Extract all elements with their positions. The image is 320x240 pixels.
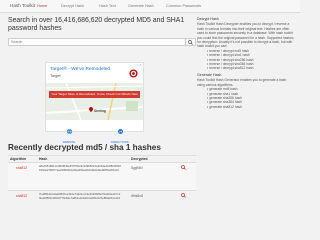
nav-home[interactable]: Home [37, 4, 47, 8]
recent-hashes-table: Algorithm Hash Decrypted sha512 a81d9518… [8, 155, 196, 218]
map-pin-icon [89, 107, 93, 112]
search-bar [8, 38, 196, 46]
header-algorithm: Algorithm [10, 157, 27, 161]
header-hash: Hash [39, 157, 48, 161]
hash-value: a81d9518611c49bf9b8a3f3f7f94e9c9d9b5621a… [39, 164, 121, 172]
map-roads [46, 83, 143, 120]
decrypted-value: r5mMvG [131, 194, 144, 198]
search-button[interactable] [186, 38, 196, 46]
ad-title[interactable]: Target® - We've Remodeled [50, 67, 110, 72]
search-input[interactable] [8, 38, 186, 46]
ad-map[interactable]: Your Target Store Is Remodeled. Come Che… [46, 83, 143, 120]
decrypt-sha512-link[interactable]: reverse / decrypt sha512 hash [207, 66, 294, 70]
decrypt-links: reverse / decrypt md5 hash reverse / dec… [207, 49, 294, 71]
table-row: sha512 a81d9518611c49bf9b8a3f3f7f94e9c9d… [8, 162, 196, 190]
target-logo-icon [129, 69, 138, 78]
generate-links: generate md5 hash generate sha1 hash gen… [207, 87, 294, 109]
sidebar: Decrypt Hash Hash Toolkit Hash Decrypter… [197, 17, 294, 109]
nav-hash-text[interactable]: Hash Text [99, 4, 116, 8]
decrypted-value: Sgg94N [131, 166, 143, 170]
generate-sha512-link[interactable]: generate sha512 hash [207, 105, 294, 109]
hash-value: f7e9f8b4c2d1a09ffd7ee316e74d21cc19c4b36b… [39, 192, 121, 200]
ad-choices-icon[interactable]: ▷✕ [137, 63, 142, 67]
search-icon [188, 39, 193, 45]
algorithm-link[interactable]: sha512 [16, 194, 27, 198]
search-icon[interactable] [181, 165, 186, 170]
search-icon[interactable] [181, 193, 186, 198]
generate-hash-heading: Generate Hash [197, 72, 222, 77]
directions-action[interactable]: DIRECTIONS [105, 121, 135, 144]
main-content: Search in over 16,416,686,620 decrypted … [8, 17, 196, 46]
map-label: Sterling [94, 109, 106, 113]
recent-hashes-title: Recently decrypted md5 / sha 1 hashes [8, 143, 161, 152]
nav-common-passwords[interactable]: Common Passwords [166, 4, 201, 8]
decrypt-hash-description: Hash Toolkit Hash Decrypter enables you … [197, 22, 294, 49]
ad-banner[interactable]: Your Target Store Is Remodeled. Come Che… [49, 91, 140, 98]
directions-icon [117, 129, 123, 134]
top-navbar: Hash Toolkit Home Decrypt Hash Hash Text… [0, 0, 300, 13]
decrypt-hash-heading: Decrypt Hash [197, 17, 219, 21]
header-decrypted: Decrypted [131, 157, 148, 161]
ad-actions: WEBSITE DIRECTIONS [46, 120, 143, 144]
algorithm-link[interactable]: sha512 [16, 166, 27, 170]
nav-generate-hash[interactable]: Generate Hash [128, 4, 154, 8]
website-action[interactable]: WEBSITE [54, 121, 84, 144]
nav-decrypt-hash[interactable]: Decrypt Hash [61, 4, 84, 8]
advertisement[interactable]: ▷✕ Target® - We've Remodeled Target Your… [45, 62, 144, 144]
brand-link[interactable]: Hash Toolkit [10, 3, 35, 8]
page-title: Search in over 16,416,686,620 decrypted … [8, 17, 185, 33]
globe-icon [66, 128, 72, 135]
table-row: sha512 f7e9f8b4c2d1a09ffd7ee316e74d21cc1… [8, 190, 196, 218]
generate-hash-description: Hash Toolkit Hash Generator enables you … [197, 78, 287, 87]
ad-advertiser: Target [50, 74, 61, 78]
